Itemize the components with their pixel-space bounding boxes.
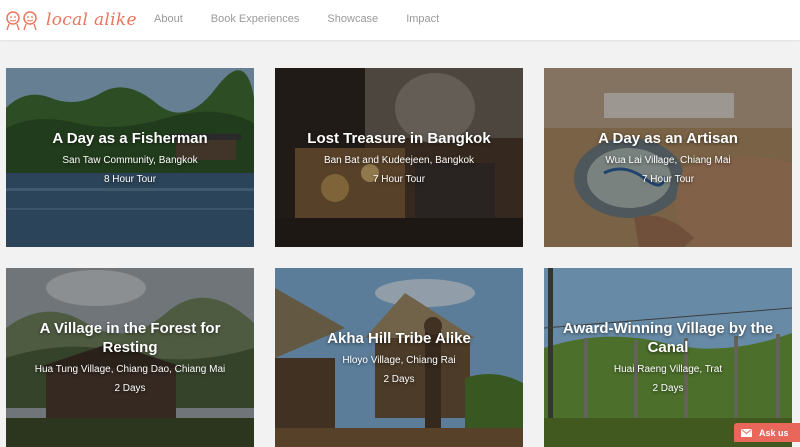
tour-card-lost-treasure[interactable]: Lost Treasure in Bangkok Ban Bat and Kud… [275, 68, 523, 247]
card-info: Akha Hill Tribe Alike Hloyo Village, Chi… [283, 268, 515, 447]
tour-location: Ban Bat and Kudeejeen, Bangkok [323, 154, 475, 166]
tour-duration: 2 Days [383, 373, 415, 385]
main-nav: About Book Experiences Showcase Impact [154, 13, 467, 25]
ask-us-label: Ask us [759, 427, 789, 438]
nav-book-experiences[interactable]: Book Experiences [211, 13, 300, 25]
mail-icon [741, 428, 752, 437]
tour-location: Hua Tung Village, Chiang Dao, Chiang Mai [34, 364, 226, 375]
tour-duration: 7 Hour Tour [641, 173, 695, 185]
tour-duration: 8 Hour Tour [103, 173, 157, 185]
twin-faces-logo-icon [6, 11, 37, 31]
tour-card-forest-village[interactable]: A Village in the Forest for Resting Hua … [6, 268, 254, 447]
tour-card-fisherman[interactable]: A Day as a Fisherman San Taw Community, … [6, 68, 254, 247]
tour-location: Hloyo Village, Chiang Rai [342, 354, 456, 366]
tour-card-canal-village[interactable]: Award-Winning Village by the Canal Huai … [544, 268, 792, 447]
tour-title: A Day as a Fisherman [52, 129, 208, 147]
tour-card-akha-hill-tribe[interactable]: Akha Hill Tribe Alike Hloyo Village, Chi… [275, 268, 523, 447]
card-info: Award-Winning Village by the Canal Huai … [552, 268, 784, 447]
tour-duration: 2 Days [652, 383, 684, 394]
top-header: local alike About Book Experiences Showc… [0, 0, 800, 40]
tour-location: Wua Lai Village, Chiang Mai [605, 154, 731, 166]
nav-showcase[interactable]: Showcase [327, 13, 378, 25]
brand-logo[interactable]: local alike [6, 8, 137, 32]
nav-about[interactable]: About [154, 13, 183, 25]
tour-card-artisan[interactable]: A Day as an Artisan Wua Lai Village, Chi… [544, 68, 792, 247]
brand-name: local alike [46, 10, 137, 30]
card-info: A Day as an Artisan Wua Lai Village, Chi… [552, 68, 784, 247]
card-info: Lost Treasure in Bangkok Ban Bat and Kud… [283, 68, 515, 247]
tour-title: A Village in the Forest for Resting [39, 320, 221, 356]
tour-title: Lost Treasure in Bangkok [307, 129, 491, 147]
tour-title: A Day as an Artisan [598, 129, 738, 147]
tour-location: Huai Raeng Village, Trat [613, 364, 723, 375]
card-info: A Village in the Forest for Resting Hua … [14, 268, 246, 447]
tour-duration: 7 Hour Tour [372, 173, 426, 185]
ask-us-button[interactable]: Ask us [734, 423, 800, 442]
tour-title: Award-Winning Village by the Canal [562, 320, 774, 356]
nav-impact[interactable]: Impact [406, 13, 439, 25]
tour-title: Akha Hill Tribe Alike [327, 329, 471, 347]
tour-duration: 2 Days [114, 383, 146, 394]
tour-location: San Taw Community, Bangkok [62, 154, 198, 166]
card-info: A Day as a Fisherman San Taw Community, … [14, 68, 246, 247]
